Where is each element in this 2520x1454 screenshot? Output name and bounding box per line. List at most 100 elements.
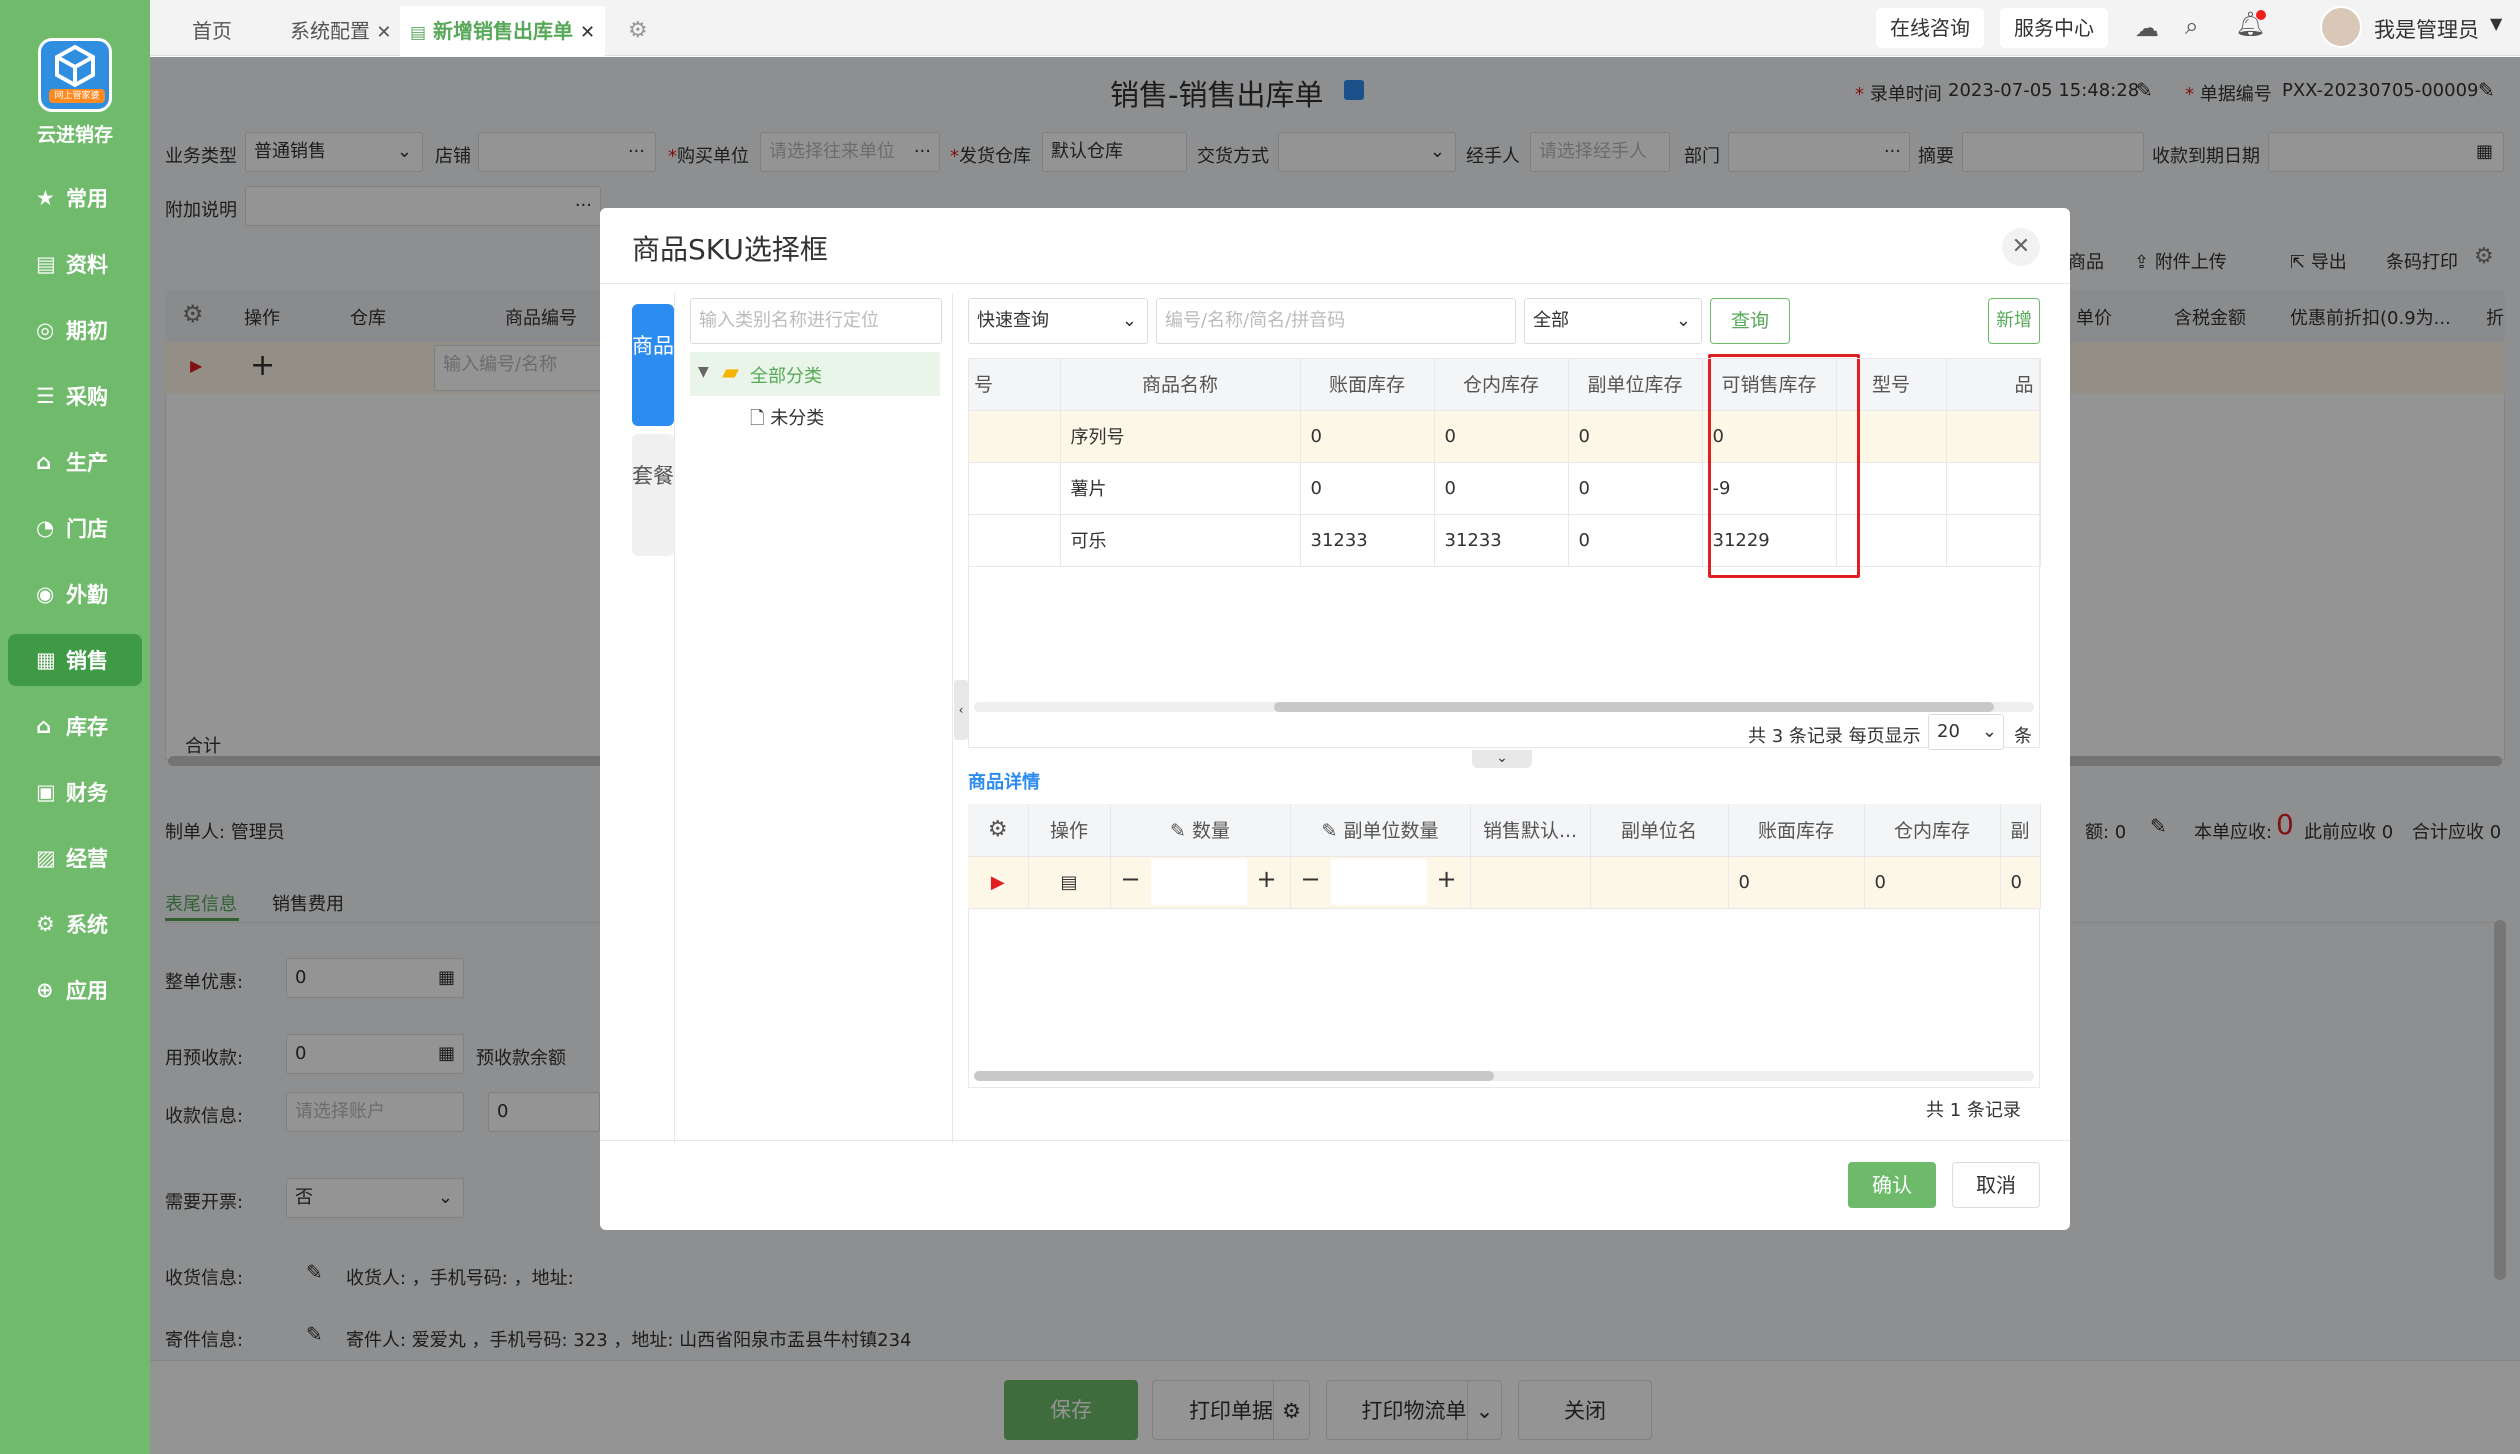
brand-name: 云进销存 bbox=[36, 124, 113, 146]
sidebar-item-8[interactable]: ⌂ 库存 bbox=[8, 700, 142, 752]
sidebar-item-label: 销售 bbox=[66, 649, 108, 673]
logo-tag: 网上管家婆 bbox=[49, 89, 105, 103]
confirm-button[interactable]: 确认 bbox=[1848, 1162, 1936, 1208]
quantity-stepper[interactable]: − + bbox=[1110, 856, 1291, 909]
table-row[interactable]: ▶ ▤ − + − + 0 0 0 bbox=[968, 856, 2041, 909]
tree-node-all[interactable]: ▼ ▰ 全部分类 bbox=[690, 352, 940, 396]
sidebar-item-2[interactable]: ◎ 期初 bbox=[8, 304, 142, 356]
target-icon: ◎ bbox=[36, 318, 55, 342]
horizontal-scrollbar[interactable] bbox=[974, 1071, 2034, 1081]
tab-new-sales-out[interactable]: ▤ 新增销售出库单 ✕ bbox=[400, 6, 606, 56]
location-icon: ◉ bbox=[36, 582, 55, 606]
cube-logo-icon bbox=[55, 44, 95, 88]
sidebar-item-1[interactable]: ▤ 资料 bbox=[8, 238, 142, 290]
detail-table: ⚙ 操作 ✎ 数量 ✎ 副单位数量 销售默认... 副单位名 账面库存 仓内库存… bbox=[968, 804, 2041, 909]
sidebar-item-label: 采购 bbox=[66, 385, 108, 409]
sidebar-item-label: 期初 bbox=[66, 319, 108, 343]
image-icon: ▨ bbox=[36, 846, 56, 870]
tab-label: 系统配置 bbox=[290, 19, 370, 43]
sidebar-item-3[interactable]: ☰ 采购 bbox=[8, 370, 142, 422]
plus-icon: ⊕ bbox=[36, 978, 54, 1002]
sidebar-item-4[interactable]: ⌂ 生产 bbox=[8, 436, 142, 488]
sidebar-item-label: 财务 bbox=[66, 781, 108, 805]
per-page-select[interactable]: 20 ⌄ bbox=[1928, 714, 2004, 750]
plus-icon: + bbox=[1256, 865, 1277, 893]
divider bbox=[600, 1140, 2070, 1141]
sidebar-item-7[interactable]: ▦ 销售 bbox=[8, 634, 142, 686]
divider bbox=[674, 293, 675, 1143]
cancel-button[interactable]: 取消 bbox=[1952, 1162, 2040, 1208]
new-product-button[interactable]: 新增 bbox=[1988, 298, 2040, 344]
sidebar-item-label: 应用 bbox=[66, 979, 108, 1003]
sidebar-item-9[interactable]: ▣ 财务 bbox=[8, 766, 142, 818]
document-icon: ▤ bbox=[36, 252, 56, 276]
gear-icon[interactable]: ⚙ bbox=[968, 804, 1029, 857]
chevron-down-icon[interactable]: ▼ bbox=[2490, 14, 2502, 33]
file-icon: 🗋︎ bbox=[750, 408, 765, 429]
tab-label: 新增销售出库单 bbox=[433, 19, 574, 43]
col-header: 仓内库存 bbox=[1864, 804, 2001, 857]
search-icon[interactable]: ⌕ bbox=[2185, 12, 2198, 40]
col-header: ✎ 副单位数量 bbox=[1290, 804, 1471, 857]
pie-icon: ◔ bbox=[36, 516, 55, 540]
tree-node-uncategorized[interactable]: 🗋︎ 未分类 bbox=[750, 404, 824, 436]
gear-icon: ⚙ bbox=[36, 912, 55, 936]
sidebar-item-label: 资料 bbox=[66, 253, 108, 277]
sidebar-item-5[interactable]: ◔ 门店 bbox=[8, 502, 142, 554]
service-center-button[interactable]: 服务中心 bbox=[2000, 8, 2108, 48]
sidebar-item-label: 常用 bbox=[66, 187, 108, 211]
wallet-icon: ▣ bbox=[36, 780, 56, 804]
tab-home[interactable]: 首页 bbox=[192, 6, 232, 56]
quick-query-select[interactable]: 快速查询 ⌄ bbox=[968, 298, 1148, 344]
cloud-download-icon[interactable]: ☁ bbox=[2135, 14, 2159, 42]
plus-icon: + bbox=[1436, 865, 1457, 893]
col-header: ✎ 数量 bbox=[1110, 804, 1291, 857]
modal-title: 商品SKU选择框 bbox=[632, 233, 828, 266]
factory-icon: ⌂ bbox=[36, 450, 52, 474]
tab-system-config[interactable]: 系统配置 ✕ bbox=[290, 6, 391, 56]
col-header: 账面库存 bbox=[1728, 804, 1865, 857]
close-icon[interactable]: ✕ bbox=[580, 22, 595, 43]
avatar[interactable] bbox=[2320, 6, 2362, 48]
detail-total: 共 1 条记录 bbox=[1926, 1100, 2021, 1121]
sidebar-item-label: 库存 bbox=[66, 715, 108, 739]
horizontal-scrollbar[interactable] bbox=[974, 702, 2034, 712]
remark-icon[interactable]: ▤ bbox=[1028, 856, 1111, 909]
star-icon: ★ bbox=[36, 186, 55, 210]
gear-icon[interactable]: ⚙ bbox=[628, 6, 648, 56]
sub-quantity-stepper[interactable]: − + bbox=[1290, 856, 1471, 909]
sidebar-item-12[interactable]: ⊕ 应用 bbox=[8, 964, 142, 1016]
bar-chart-icon: ▦ bbox=[36, 648, 56, 672]
query-button[interactable]: 查询 bbox=[1710, 298, 1790, 344]
app-logo[interactable]: 网上管家婆 bbox=[38, 38, 112, 112]
sidebar-item-6[interactable]: ◉ 外勤 bbox=[8, 568, 142, 620]
expand-handle[interactable]: ⌄ bbox=[1472, 750, 1532, 768]
collapse-handle[interactable]: ‹ bbox=[954, 680, 968, 740]
col-header: 副单位名 bbox=[1590, 804, 1729, 857]
sku-select-modal: 商品SKU选择框 ✕ 商品 套餐 输入类别名称进行定位 ▼ ▰ 全部分类 🗋︎ … bbox=[600, 208, 2070, 1230]
col-header: 销售默认... bbox=[1470, 804, 1591, 857]
folder-icon: ▰ bbox=[722, 360, 739, 385]
tree-label: 全部分类 bbox=[750, 366, 822, 387]
pager-unit: 条 bbox=[2014, 726, 2032, 747]
divider bbox=[952, 293, 953, 1143]
sidebar-item-label: 门店 bbox=[66, 517, 108, 541]
close-icon[interactable]: ✕ bbox=[376, 22, 391, 43]
sidebar-item-label: 外勤 bbox=[66, 583, 108, 607]
user-name[interactable]: 我是管理员 bbox=[2374, 14, 2479, 44]
sidebar-item-0[interactable]: ★ 常用 bbox=[8, 172, 142, 224]
minus-icon: − bbox=[1120, 865, 1141, 893]
pager-total: 共 3 条记录 每页显示 bbox=[1748, 726, 1921, 747]
table-frame bbox=[968, 358, 2040, 748]
sidebar-item-label: 经营 bbox=[66, 847, 108, 871]
online-consult-button[interactable]: 在线咨询 bbox=[1876, 8, 1984, 48]
side-tab-products[interactable]: 商品 bbox=[632, 304, 674, 426]
product-search-input[interactable]: 编号/名称/简名/拼音码 bbox=[1156, 298, 1516, 344]
col-header: 副 bbox=[2000, 804, 2041, 857]
filter-select[interactable]: 全部 ⌄ bbox=[1524, 298, 1702, 344]
category-search-input[interactable]: 输入类别名称进行定位 bbox=[690, 298, 942, 344]
side-tab-bundles[interactable]: 套餐 bbox=[632, 434, 674, 556]
sidebar-item-11[interactable]: ⚙ 系统 bbox=[8, 898, 142, 950]
sidebar-item-10[interactable]: ▨ 经营 bbox=[8, 832, 142, 884]
close-icon[interactable]: ✕ bbox=[2002, 228, 2040, 266]
